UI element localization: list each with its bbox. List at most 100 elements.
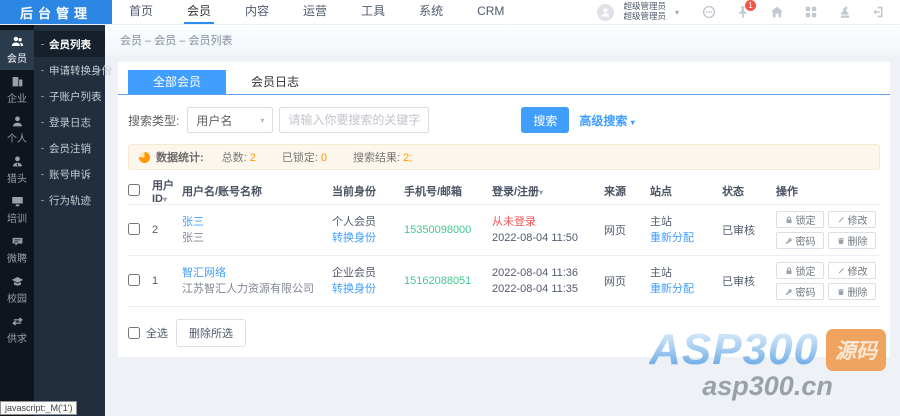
notification-badge: 1 bbox=[745, 0, 756, 11]
cell-source: 网页 bbox=[604, 273, 650, 289]
menu-item-apply-identity-change[interactable]: 申请转换身份 bbox=[34, 57, 105, 83]
nav-item-crm[interactable]: CRM bbox=[460, 0, 521, 24]
col-user-id[interactable]: 用户ID▾ bbox=[152, 177, 182, 205]
sidebar-item-label: 会员 bbox=[7, 50, 27, 65]
reassign-link[interactable]: 重新分配 bbox=[650, 230, 718, 246]
sidebar-item-supply-demand[interactable]: 供求 bbox=[0, 310, 34, 350]
search-button[interactable]: 搜索 bbox=[521, 107, 569, 133]
stat-label: 搜索结果: bbox=[353, 152, 400, 164]
sidebar-item-weipin[interactable]: 微聘 bbox=[0, 230, 34, 270]
select-all-label: 全选 bbox=[146, 325, 168, 341]
stat-value: 0 bbox=[321, 152, 327, 164]
bullet bbox=[41, 44, 44, 45]
advanced-search-label: 高级搜索 bbox=[579, 114, 627, 128]
table-body: 2 张三 张三 个人会员 转换身份 15350098000 从 bbox=[128, 204, 880, 307]
reassign-link[interactable]: 重新分配 bbox=[650, 281, 718, 297]
search-type-select[interactable]: 用户名 ▾ bbox=[187, 107, 273, 133]
col-source: 来源 bbox=[604, 183, 650, 199]
chevron-down-icon: ▾ bbox=[631, 118, 635, 127]
wechat-hire-icon bbox=[11, 235, 24, 248]
identity-change-link[interactable]: 转换身份 bbox=[332, 281, 400, 297]
cell-site: 主站 重新分配 bbox=[650, 214, 722, 246]
stats-bar: 数据统计: 总数:2 已锁定:0 搜索结果:2; bbox=[128, 144, 880, 170]
menu-item-account-appeal[interactable]: 账号申诉 bbox=[34, 161, 105, 187]
username-link[interactable]: 张三 bbox=[182, 214, 328, 230]
stat-value: 2 bbox=[250, 152, 256, 164]
avatar[interactable] bbox=[597, 4, 614, 21]
cell-user-id: 2 bbox=[152, 224, 182, 236]
password-button[interactable]: 密码 bbox=[776, 283, 824, 300]
sidebar-item-headhunter[interactable]: 猎头 bbox=[0, 150, 34, 190]
menu-item-label: 行为轨迹 bbox=[49, 193, 91, 208]
menu-item-member-cancel[interactable]: 会员注销 bbox=[34, 135, 105, 161]
select-all[interactable]: 全选 bbox=[128, 325, 168, 341]
cell-login-register: 2022-08-04 11:36 2022-08-04 11:35 bbox=[492, 265, 604, 297]
menu-item-behavior-track[interactable]: 行为轨迹 bbox=[34, 187, 105, 213]
nav-item-member[interactable]: 会员 bbox=[170, 0, 228, 24]
sidebar-item-member[interactable]: 会员 bbox=[0, 30, 34, 70]
clear-cache-icon[interactable] bbox=[838, 5, 852, 19]
row-checkbox[interactable] bbox=[128, 274, 140, 286]
bullet bbox=[41, 148, 44, 149]
cell-status: 已审核 bbox=[722, 273, 776, 289]
cell-site: 主站 重新分配 bbox=[650, 265, 722, 297]
sidebar-item-training[interactable]: 培训 bbox=[0, 190, 34, 230]
sidebar-item-label: 企业 bbox=[7, 90, 27, 105]
sidebar-primary: 会员 企业 个人 猎头 培训 微聘 bbox=[0, 25, 34, 416]
header-checkbox[interactable] bbox=[128, 184, 140, 196]
bullet bbox=[41, 174, 44, 175]
sidebar-item-label: 个人 bbox=[7, 130, 27, 145]
nav-item-operation[interactable]: 运营 bbox=[286, 0, 344, 24]
sidebar-secondary: 会员列表 申请转换身份 子账户列表 登录日志 会员注销 账号申诉 行为轨迹 bbox=[34, 25, 105, 416]
member-list-card: 全部会员 会员日志 搜索类型: 用户名 ▾ 搜索 高级搜索 ▾ bbox=[118, 62, 890, 357]
sidebar-item-personal[interactable]: 个人 bbox=[0, 110, 34, 150]
col-identity: 当前身份 bbox=[332, 183, 404, 199]
username-link[interactable]: 智汇网络 bbox=[182, 265, 328, 281]
edit-button[interactable]: 修改 bbox=[828, 211, 876, 228]
nav-item-system[interactable]: 系统 bbox=[402, 0, 460, 24]
delete-button[interactable]: 删除 bbox=[828, 232, 876, 249]
nav-item-home[interactable]: 首页 bbox=[112, 0, 170, 24]
sidebar-item-campus[interactable]: 校园 bbox=[0, 270, 34, 310]
nav-item-content[interactable]: 内容 bbox=[228, 0, 286, 24]
message-icon[interactable] bbox=[702, 5, 716, 19]
edit-button[interactable]: 修改 bbox=[828, 262, 876, 279]
search-input[interactable] bbox=[279, 107, 429, 133]
watermark-domain: asp300.cn bbox=[649, 371, 886, 402]
identity-change-link[interactable]: 转换身份 bbox=[332, 230, 400, 246]
apps-icon[interactable] bbox=[804, 5, 818, 19]
tab-all-members[interactable]: 全部会员 bbox=[128, 70, 226, 94]
top-bar: 后台管理 首页 会员 内容 运营 工具 系统 CRM 超级管理员 超级管理员 ▾ bbox=[0, 0, 900, 25]
menu-item-subaccount-list[interactable]: 子账户列表 bbox=[34, 83, 105, 109]
row-checkbox[interactable] bbox=[128, 223, 140, 235]
sidebar-item-enterprise[interactable]: 企业 bbox=[0, 70, 34, 110]
col-login[interactable]: 登录/注册▾ bbox=[492, 183, 604, 199]
menu-item-label: 申请转换身份 bbox=[49, 63, 112, 78]
lock-button[interactable]: 锁定 bbox=[776, 262, 824, 279]
stat-label: 已锁定: bbox=[282, 152, 318, 164]
home-icon[interactable] bbox=[770, 5, 784, 19]
site-text: 主站 bbox=[650, 265, 718, 281]
advanced-search-link[interactable]: 高级搜索 ▾ bbox=[579, 112, 634, 129]
lock-button[interactable]: 锁定 bbox=[776, 211, 824, 228]
logout-icon[interactable] bbox=[872, 5, 886, 19]
user-menu-caret-icon[interactable]: ▾ bbox=[675, 8, 679, 17]
tab-member-log[interactable]: 会员日志 bbox=[226, 70, 324, 94]
delete-button[interactable]: 删除 bbox=[828, 283, 876, 300]
cell-phone: 15350098000 bbox=[404, 224, 492, 236]
bullet bbox=[41, 200, 44, 201]
delete-selected-button[interactable]: 删除所选 bbox=[176, 319, 246, 347]
nav-item-tools[interactable]: 工具 bbox=[344, 0, 402, 24]
user-name[interactable]: 超级管理员 超级管理员 bbox=[623, 2, 666, 22]
identity-text: 个人会员 bbox=[332, 214, 400, 230]
key-icon bbox=[785, 288, 793, 296]
menu-item-member-list[interactable]: 会员列表 bbox=[34, 31, 105, 57]
select-all-checkbox[interactable] bbox=[128, 327, 140, 339]
menu-item-login-log[interactable]: 登录日志 bbox=[34, 109, 105, 135]
top-nav: 首页 会员 内容 运营 工具 系统 CRM bbox=[112, 0, 521, 24]
password-button[interactable]: 密码 bbox=[776, 232, 824, 249]
col-status: 状态 bbox=[722, 183, 776, 199]
pin-icon[interactable]: 1 bbox=[736, 5, 750, 19]
col-ops: 操作 bbox=[776, 183, 880, 199]
key-icon bbox=[785, 237, 793, 245]
